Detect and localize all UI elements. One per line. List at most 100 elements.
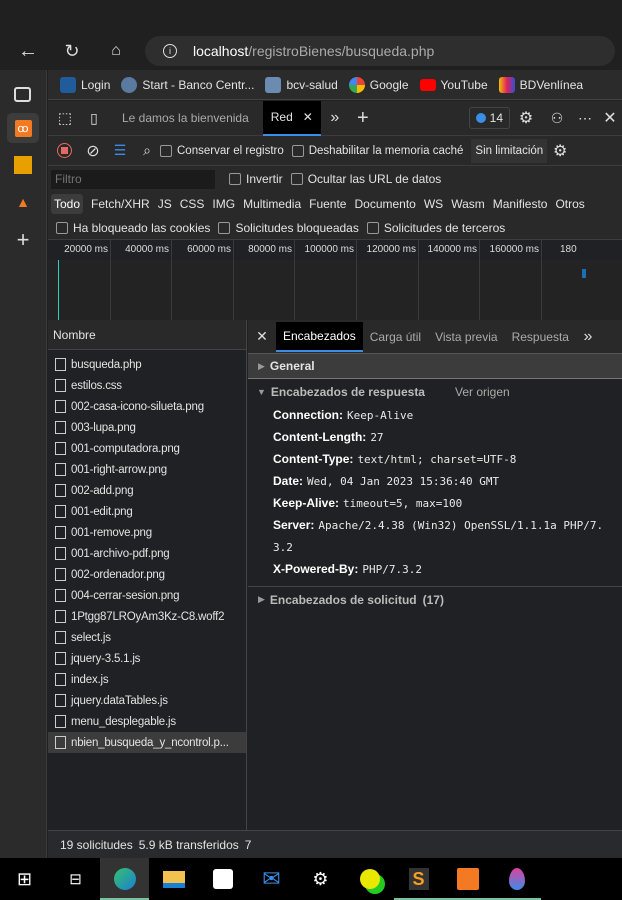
request-row[interactable]: 001-right-arrow.png (48, 459, 246, 480)
invert-checkbox[interactable]: Invertir (229, 172, 283, 186)
inspect-icon[interactable]: ⬚ (48, 109, 82, 127)
address-bar[interactable]: i localhost/registroBienes/busqueda.php (145, 36, 615, 66)
type-filter-documento[interactable]: Documento (350, 197, 419, 211)
view-source-link[interactable]: Ver origen (455, 385, 510, 399)
blocked-cookies-checkbox[interactable]: Ha bloqueado las cookies (56, 221, 210, 235)
feedback-icon[interactable]: ⚇ (542, 110, 572, 127)
back-arrow-icon[interactable]: ← (16, 40, 40, 62)
bookmark-login[interactable]: Login (60, 76, 110, 93)
bookmark-youtube[interactable]: YouTube (419, 77, 488, 92)
request-row[interactable]: busqueda.php (48, 354, 246, 375)
request-row[interactable]: 003-lupa.png (48, 417, 246, 438)
request-row[interactable]: 1Ptgg87LROyAm3Kz-C8.woff2 (48, 606, 246, 627)
type-filter-css[interactable]: CSS (176, 197, 209, 211)
filter-input[interactable] (51, 169, 215, 189)
request-row[interactable]: jquery-3.5.1.js (48, 648, 246, 669)
tab-headers[interactable]: Encabezados (276, 321, 363, 352)
type-filter-js[interactable]: JS (154, 197, 176, 211)
timeline-overview[interactable]: 20000 ms 40000 ms 60000 ms 80000 ms 100000 m… (48, 240, 622, 320)
tab-preview[interactable]: Vista previa (428, 330, 504, 344)
settings-gear-icon[interactable]: ⚙ (510, 108, 542, 128)
response-headers-section[interactable]: ▼ Encabezados de respuesta Ver origen (248, 379, 622, 404)
request-row[interactable]: 002-casa-icono-silueta.png (48, 396, 246, 417)
filter-icon[interactable]: ☰ (106, 142, 134, 159)
type-filter-manifiesto[interactable]: Manifiesto (489, 197, 552, 211)
request-name: 001-archivo-pdf.png (71, 547, 170, 560)
clock-app-icon[interactable] (345, 858, 394, 900)
bookmark-bdv[interactable]: BDVenlínea (498, 76, 583, 93)
bookmark-google[interactable]: Google (348, 76, 409, 93)
windows-start-icon[interactable]: ⊞ (0, 858, 49, 900)
response-headers-title: Encabezados de respuesta (270, 384, 425, 399)
bookmark-start[interactable]: Start - Banco Centr... (121, 76, 254, 93)
more-detail-tabs-icon[interactable]: » (576, 328, 600, 346)
search-icon[interactable]: ⌕ (134, 142, 160, 159)
name-column-header[interactable]: Nombre (48, 320, 246, 350)
clear-icon[interactable]: ⊘ (80, 141, 106, 161)
issues-badge[interactable]: 14 (468, 107, 510, 129)
hide-data-urls-checkbox[interactable]: Ocultar las URL de datos (290, 172, 441, 186)
home-icon[interactable]: ⌂ (104, 40, 128, 62)
disable-cache-checkbox[interactable]: Deshabilitar la memoria caché (291, 144, 464, 157)
xampp-taskbar-icon[interactable] (443, 858, 492, 900)
type-filter-wasm[interactable]: Wasm (447, 197, 489, 211)
request-headers-section[interactable]: ▶ Encabezados de solicitud (17) (248, 586, 622, 612)
throttling-select[interactable]: Sin limitación (471, 138, 548, 163)
type-filter-multimedia[interactable]: Multimedia (239, 197, 305, 211)
type-filter-ws[interactable]: WS (420, 197, 447, 211)
type-filter-otros[interactable]: Otros (551, 197, 588, 211)
type-filter-fuente[interactable]: Fuente (305, 197, 350, 211)
request-row[interactable]: estilos.css (48, 375, 246, 396)
task-view-icon[interactable]: ⊟ (51, 858, 100, 900)
request-row[interactable]: 001-archivo-pdf.png (48, 543, 246, 564)
app-icon[interactable]: ▲ (13, 193, 33, 211)
tab-welcome[interactable]: Le damos la bienvenida (122, 111, 249, 125)
add-icon[interactable]: + (13, 227, 33, 252)
mail-icon[interactable]: ✉ (247, 858, 296, 900)
disable-cache-label: Deshabilitar la memoria caché (308, 144, 464, 157)
preserve-log-checkbox[interactable]: Conservar el registro (160, 144, 284, 157)
blocked-requests-checkbox[interactable]: Solicitudes bloqueadas (218, 221, 359, 235)
request-row[interactable]: 001-remove.png (48, 522, 246, 543)
request-row[interactable]: 001-edit.png (48, 501, 246, 522)
bookmark-bcv-salud[interactable]: bcv-salud (265, 76, 338, 93)
more-options-icon[interactable]: ⋯ (572, 110, 598, 127)
type-filter-todo[interactable]: Todo (51, 194, 84, 214)
request-row[interactable]: 001-computadora.png (48, 438, 246, 459)
record-icon[interactable] (48, 143, 80, 158)
edge-icon[interactable] (100, 858, 149, 900)
info-icon[interactable]: i (163, 44, 177, 58)
request-row[interactable]: 004-cerrar-sesion.png (48, 585, 246, 606)
sublime-text-icon[interactable]: S (394, 858, 443, 900)
add-tab-icon[interactable]: + (349, 107, 377, 130)
tab-payload[interactable]: Carga útil (363, 330, 428, 344)
tab-response[interactable]: Respuesta (505, 330, 576, 344)
third-party-checkbox[interactable]: Solicitudes de terceros (366, 221, 505, 235)
type-filter-fetchxhr[interactable]: Fetch/XHR (87, 197, 154, 211)
tab-network[interactable]: Red ✕ (262, 100, 321, 136)
more-tabs-icon[interactable]: » (321, 109, 349, 127)
close-tab-icon[interactable]: ✕ (303, 110, 313, 124)
request-row[interactable]: select.js (48, 627, 246, 648)
paint-app-icon[interactable] (492, 858, 541, 900)
settings-icon[interactable]: ⚙ (296, 858, 345, 900)
bookmark-label: YouTube (440, 77, 488, 92)
request-row[interactable]: 002-add.png (48, 480, 246, 501)
store-icon[interactable] (198, 858, 247, 900)
request-row[interactable]: nbien_busqueda_y_ncontrol.p... (48, 732, 246, 753)
general-section[interactable]: ▶ General (248, 354, 622, 379)
device-toolbar-icon[interactable]: ▯ (82, 110, 106, 127)
close-devtools-icon[interactable]: ✕ (598, 108, 622, 128)
stackoverflow-icon[interactable] (14, 156, 32, 174)
request-row[interactable]: menu_desplegable.js (48, 711, 246, 732)
file-explorer-icon[interactable] (149, 858, 198, 900)
request-row[interactable]: 002-ordenador.png (48, 564, 246, 585)
reload-icon[interactable]: ↻ (60, 40, 84, 62)
xampp-icon[interactable]: ꝏ (7, 113, 39, 143)
close-details-icon[interactable]: ✕ (248, 328, 276, 345)
request-row[interactable]: index.js (48, 669, 246, 690)
network-settings-icon[interactable]: ⚙ (547, 141, 573, 161)
tabs-icon[interactable] (14, 87, 31, 102)
request-row[interactable]: jquery.dataTables.js (48, 690, 246, 711)
type-filter-img[interactable]: IMG (208, 197, 239, 211)
